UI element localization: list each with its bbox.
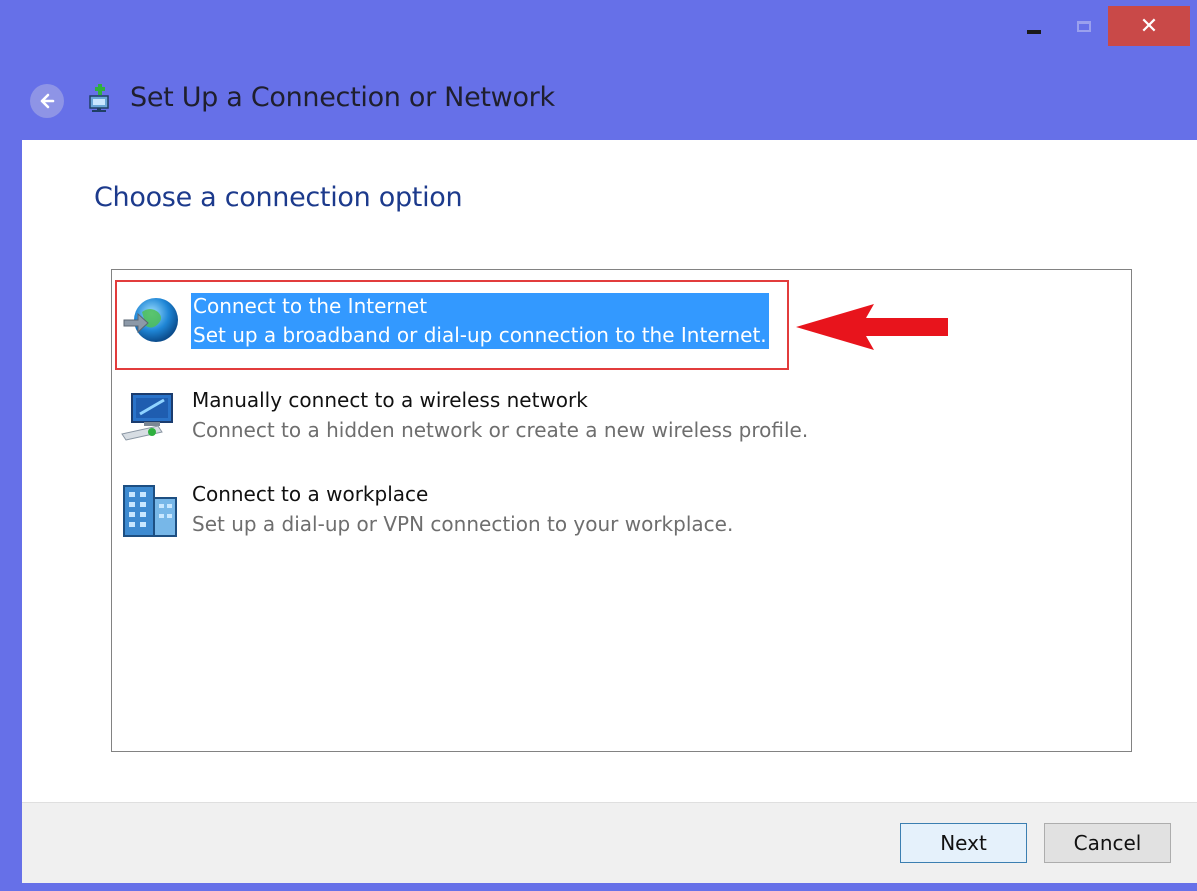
network-setup-icon: [89, 84, 109, 112]
wireless-network-icon: [121, 393, 173, 441]
option-title: Connect to a workplace: [192, 482, 429, 506]
option-connect-workplace[interactable]: Connect to a workplace Set up a dial-up …: [112, 476, 1112, 556]
connection-options-list: Connect to the Internet Set up a broadba…: [111, 269, 1132, 752]
next-button[interactable]: Next: [900, 823, 1027, 863]
minimize-icon: [1027, 30, 1041, 34]
page-heading: Choose a connection option: [94, 182, 463, 213]
minimize-button[interactable]: [1008, 6, 1060, 46]
option-description: Connect to a hidden network or create a …: [192, 418, 809, 442]
dialog-footer: Next Cancel: [22, 802, 1197, 883]
highlight-frame: [115, 280, 789, 370]
maximize-icon: [1077, 20, 1091, 32]
option-manual-wireless[interactable]: Manually connect to a wireless network C…: [112, 382, 1112, 462]
workplace-building-icon: [123, 485, 177, 537]
content-area: Choose a connection option Connect to th…: [22, 140, 1197, 802]
maximize-button[interactable]: [1062, 6, 1106, 46]
option-title: Manually connect to a wireless network: [192, 388, 588, 412]
back-arrow-icon: [40, 93, 55, 109]
red-arrow-annotation: [796, 304, 948, 350]
cancel-button[interactable]: Cancel: [1044, 823, 1171, 863]
window-title: Set Up a Connection or Network: [130, 82, 555, 113]
window: ✕ Set Up a Connection or Network Choose …: [0, 0, 1197, 891]
back-button[interactable]: [30, 84, 64, 118]
option-description: Set up a dial-up or VPN connection to yo…: [192, 512, 734, 536]
title-bar: ✕ Set Up a Connection or Network: [0, 0, 1197, 140]
close-icon: ✕: [1139, 13, 1159, 39]
option-connect-internet[interactable]: Connect to the Internet Set up a broadba…: [112, 270, 1112, 370]
close-button[interactable]: ✕: [1108, 6, 1190, 46]
